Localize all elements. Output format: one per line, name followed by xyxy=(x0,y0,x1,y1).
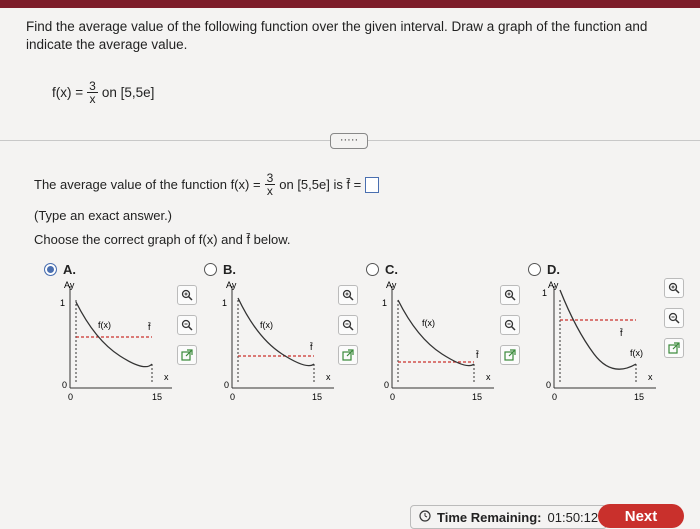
curve-label: f(x) xyxy=(630,348,643,358)
timer-label: Time Remaining: xyxy=(437,509,542,525)
top-bar xyxy=(0,0,700,8)
avg-suffix: on [5,5e] is f̄ = xyxy=(279,177,362,192)
option-d-label: D. xyxy=(547,262,560,277)
average-label: f̄ xyxy=(619,328,623,338)
average-value-statement: The average value of the function f(x) =… xyxy=(34,172,380,198)
y-tick-label: 1 xyxy=(60,298,65,308)
average-label: f̄ xyxy=(475,350,479,360)
y-tick-label: 1 xyxy=(222,298,227,308)
function-curve xyxy=(75,301,153,368)
y-axis-label: Ay xyxy=(548,280,559,290)
graph-d: Ay 1 0 0 15 x f(x) f̄ xyxy=(542,280,656,402)
x-axis-label: x xyxy=(648,372,653,382)
y-axis-label: Ay xyxy=(64,280,75,290)
y-tick-label: 1 xyxy=(382,298,387,308)
zoom-out-icon[interactable] xyxy=(500,315,520,335)
pop-out-icon[interactable] xyxy=(338,345,358,365)
x-tick-label: 15 xyxy=(634,392,644,402)
option-a-radio[interactable] xyxy=(44,263,57,276)
option-a-label: A. xyxy=(63,262,76,277)
origin-x-label: 0 xyxy=(68,392,73,402)
function-interval: on [5,5e] xyxy=(101,85,155,100)
option-c-radio[interactable] xyxy=(366,263,379,276)
timer-value: 01:50:12 xyxy=(547,509,599,525)
average-label: f̄ xyxy=(309,342,313,352)
function-curve xyxy=(559,289,637,370)
question-prompt: Find the average value of the following … xyxy=(26,19,648,52)
avg-fraction: 3 x xyxy=(264,172,276,198)
option-b[interactable]: B. xyxy=(204,262,236,277)
origin-x-label: 0 xyxy=(230,392,235,402)
origin-y-label: 0 xyxy=(546,380,551,390)
origin-y-label: 0 xyxy=(384,380,389,390)
option-d-radio[interactable] xyxy=(528,263,541,276)
origin-x-label: 0 xyxy=(552,392,557,402)
graph-c: Ay 1 0 0 15 x f(x) f̄ xyxy=(382,280,494,402)
choose-instruction: Choose the correct graph of f(x) and f̄ … xyxy=(34,232,291,247)
next-button[interactable]: Next xyxy=(598,504,684,528)
pop-out-icon[interactable] xyxy=(664,338,684,358)
x-axis-label: x xyxy=(326,372,331,382)
option-b-label: B. xyxy=(223,262,236,277)
x-tick-label: 15 xyxy=(472,392,482,402)
function-fraction: 3 x xyxy=(87,80,98,105)
option-d[interactable]: D. xyxy=(528,262,560,277)
answer-hint: (Type an exact answer.) xyxy=(34,208,173,223)
x-axis-label: x xyxy=(164,372,169,382)
graph-a: Ay 1 0 0 15 x f(x) f̄ xyxy=(60,280,172,402)
zoom-in-icon[interactable] xyxy=(338,285,358,305)
pop-out-icon[interactable] xyxy=(177,345,197,365)
time-remaining[interactable]: Time Remaining: 01:50:12 xyxy=(410,505,608,529)
avg-denominator: x xyxy=(266,184,273,198)
curve-label: f(x) xyxy=(98,320,111,330)
zoom-in-icon[interactable] xyxy=(500,285,520,305)
function-curve xyxy=(397,299,475,367)
fraction-denominator: x xyxy=(89,92,96,106)
origin-x-label: 0 xyxy=(390,392,395,402)
option-b-radio[interactable] xyxy=(204,263,217,276)
function-display: f(x) = 3 x on [5,5e] xyxy=(52,80,154,105)
more-button[interactable]: ····· xyxy=(330,133,368,149)
function-lhs: f(x) = xyxy=(52,85,84,100)
y-axis-label: Ay xyxy=(386,280,397,290)
option-c[interactable]: C. xyxy=(366,262,398,277)
option-a[interactable]: A. xyxy=(44,262,76,277)
zoom-out-icon[interactable] xyxy=(177,315,197,335)
zoom-out-icon[interactable] xyxy=(664,308,684,328)
answer-input[interactable] xyxy=(365,176,380,193)
curve-label: f(x) xyxy=(260,320,273,330)
y-tick-label: 1 xyxy=(542,288,547,298)
avg-prefix: The average value of the function f(x) = xyxy=(34,177,261,192)
x-tick-label: 15 xyxy=(312,392,322,402)
origin-y-label: 0 xyxy=(62,380,67,390)
clock-icon xyxy=(419,509,431,525)
zoom-in-icon[interactable] xyxy=(177,285,197,305)
pop-out-icon[interactable] xyxy=(500,345,520,365)
x-tick-label: 15 xyxy=(152,392,162,402)
zoom-out-icon[interactable] xyxy=(338,315,358,335)
zoom-in-icon[interactable] xyxy=(664,278,684,298)
y-axis-label: Ay xyxy=(226,280,237,290)
origin-y-label: 0 xyxy=(224,380,229,390)
option-c-label: C. xyxy=(385,262,398,277)
x-axis-label: x xyxy=(486,372,491,382)
average-label: f̄ xyxy=(147,322,151,332)
graph-b: Ay 1 0 0 15 x f(x) f̄ xyxy=(222,280,334,402)
curve-label: f(x) xyxy=(422,318,435,328)
